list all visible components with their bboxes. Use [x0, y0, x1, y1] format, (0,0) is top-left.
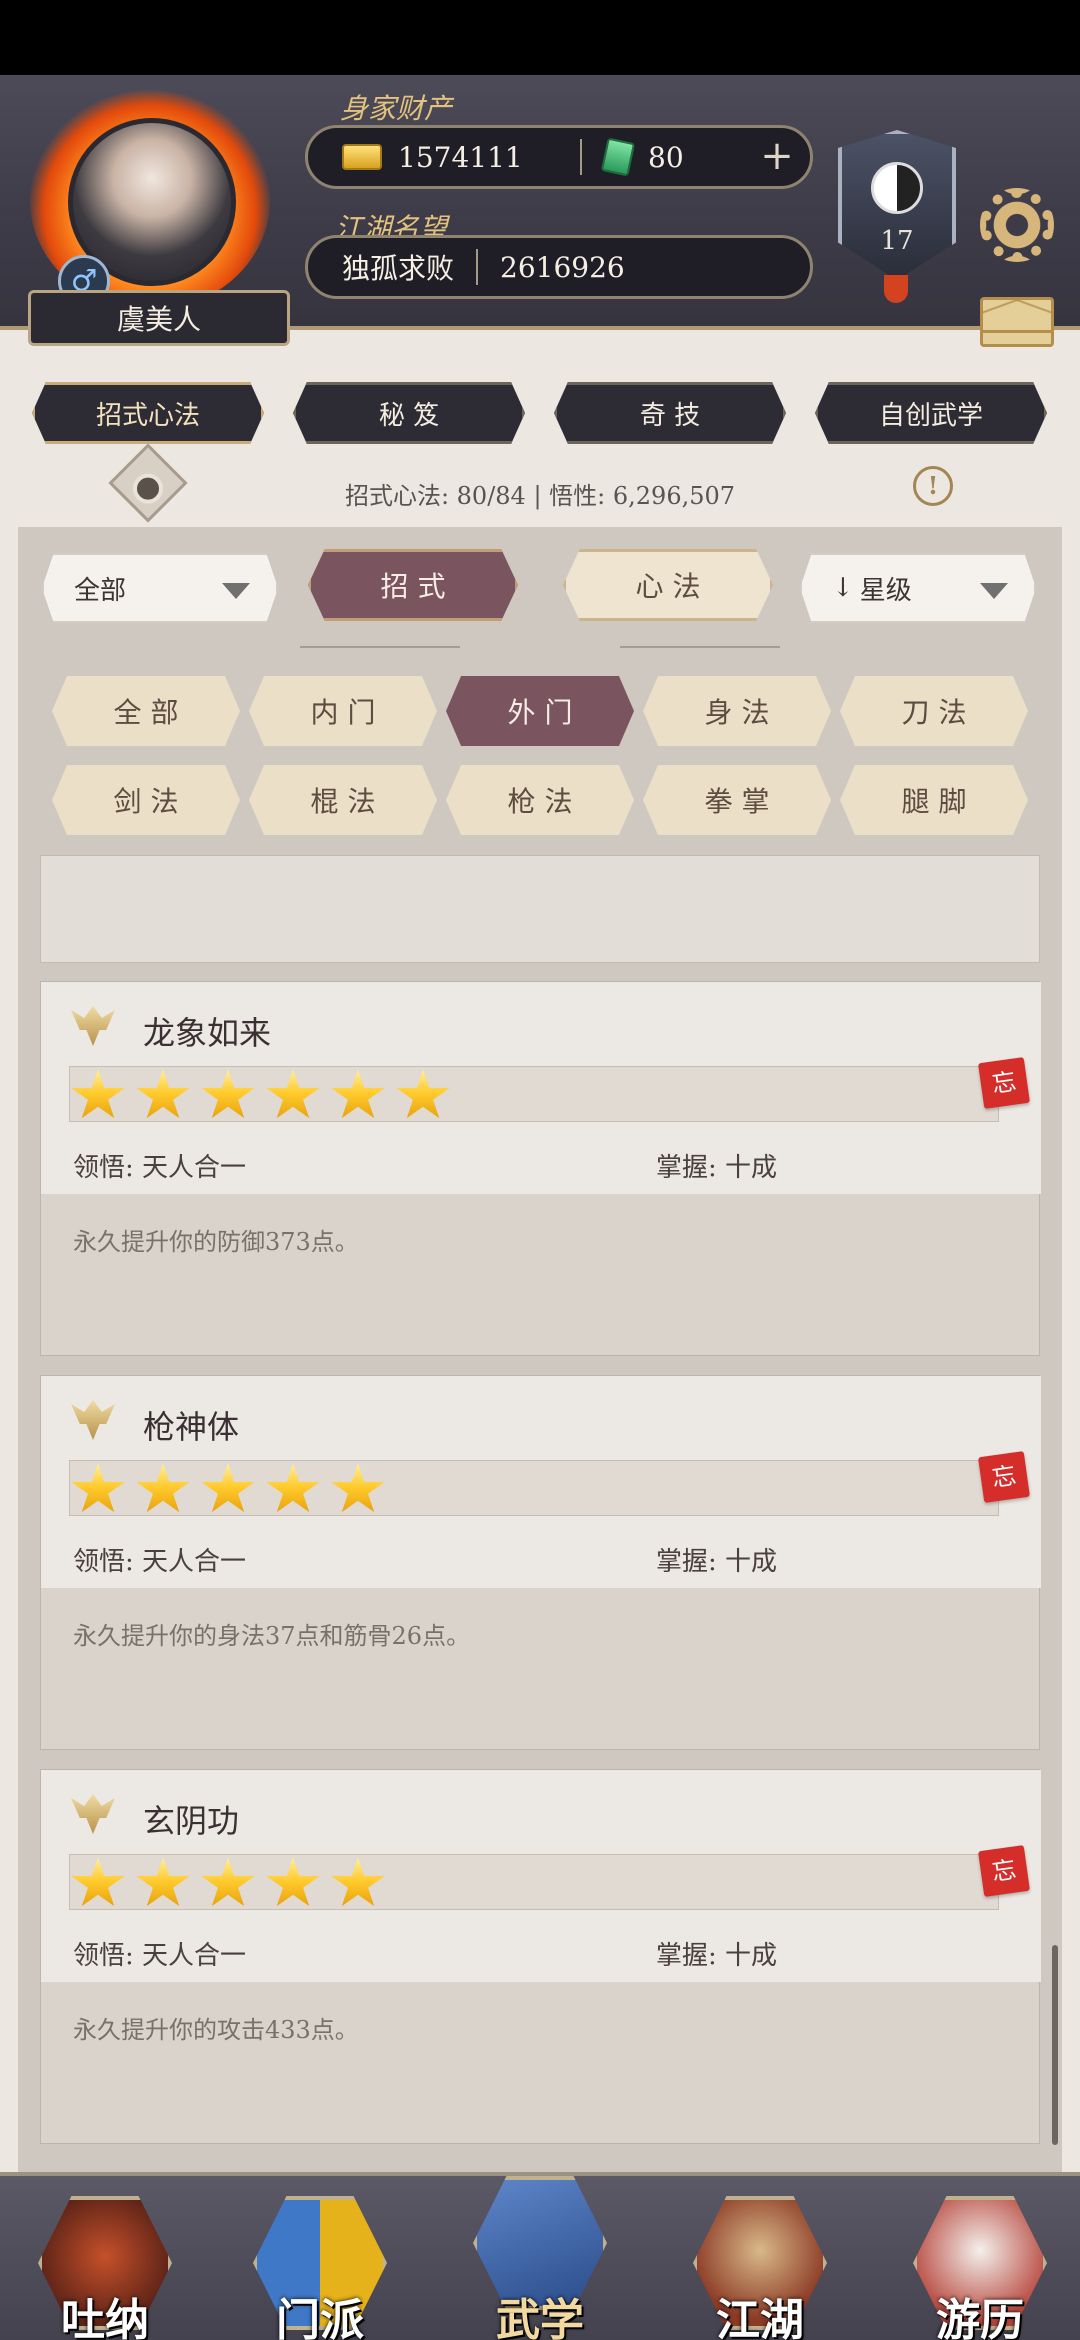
yin-yang-icon [871, 162, 923, 214]
skill-name: 玄阴功 [143, 1802, 240, 1840]
category-sword[interactable]: 剑 法 [52, 765, 240, 835]
comprehension-value: 领悟: 天人合一 [73, 1153, 247, 1183]
skill-card[interactable]: 玄阴功 忘 领悟: 天人合一 掌握: 十成 永久提升你的攻击433点。 [40, 1769, 1041, 2144]
star-rating [69, 1854, 999, 1910]
currency-bar: 1574111 80 + [305, 125, 813, 189]
skill-description: 永久提升你的防御373点。 [73, 1228, 359, 1256]
forget-button[interactable]: 忘 [978, 1451, 1030, 1503]
comprehension-value: 领悟: 天人合一 [73, 1547, 247, 1577]
nav-label: 门派 [276, 2295, 364, 2340]
category-blade[interactable]: 刀 法 [840, 676, 1028, 746]
bottom-nav: 吐纳 门派 武学 江湖 游历 [0, 2172, 1080, 2340]
rank-number: 17 [880, 226, 914, 256]
mastery-value: 掌握: 十成 [656, 1153, 778, 1183]
skill-description: 永久提升你的身法37点和筋骨26点。 [73, 1622, 471, 1650]
comprehension-value: 领悟: 天人合一 [73, 1941, 247, 1971]
star-icon [331, 1463, 385, 1513]
star-icon [71, 1463, 125, 1513]
star-icon [396, 1069, 450, 1119]
gold-ingot-icon [342, 144, 382, 170]
star-icon [136, 1069, 190, 1119]
tab-custom-martial-arts[interactable]: 自创武学 [815, 382, 1047, 444]
skill-description: 永久提升你的攻击433点。 [73, 2016, 359, 2044]
category-fist[interactable]: 拳 掌 [643, 765, 831, 835]
divider [620, 646, 780, 648]
category-inner[interactable]: 内 门 [249, 676, 437, 746]
tab-special-skills[interactable]: 奇 技 [554, 382, 786, 444]
tab-moves-methods[interactable]: 招式心法 [32, 382, 264, 444]
sort-arrow-icon: ↓ [832, 573, 854, 603]
star-icon [201, 1463, 255, 1513]
player-name[interactable]: 虞美人 [28, 290, 290, 346]
type-mind-button[interactable]: 心 法 [563, 549, 773, 621]
nav-jianghu[interactable]: 江湖 [685, 2176, 835, 2340]
status-bar [0, 0, 1080, 75]
divider [300, 646, 460, 648]
category-outer[interactable]: 外 门 [446, 676, 634, 746]
category-staff[interactable]: 棍 法 [249, 765, 437, 835]
star-icon [71, 1857, 125, 1907]
tab-secret-manuals[interactable]: 秘 笈 [293, 382, 525, 444]
star-icon [266, 1069, 320, 1119]
add-currency-button[interactable]: + [758, 136, 796, 176]
sort-dropdown[interactable]: ↓ 星级 [800, 553, 1036, 623]
divider [476, 249, 479, 285]
nav-label: 武学 [496, 2295, 584, 2340]
scope-dropdown[interactable]: 全部 [42, 553, 278, 623]
mail-icon[interactable] [980, 297, 1054, 347]
star-icon [331, 1069, 385, 1119]
nav-label: 游历 [936, 2295, 1024, 2340]
nav-breathing[interactable]: 吐纳 [30, 2176, 180, 2340]
empty-card [40, 855, 1040, 963]
nav-label: 江湖 [716, 2295, 804, 2340]
star-icon [71, 1069, 125, 1119]
skill-card[interactable]: 龙象如来 忘 领悟: 天人合一 掌握: 十成 永久提升你的防御373点。 [40, 981, 1041, 1356]
nav-travel[interactable]: 游历 [905, 2176, 1055, 2340]
mastery-value: 掌握: 十成 [656, 1547, 778, 1577]
star-icon [331, 1857, 385, 1907]
jade-amount: 80 [648, 140, 684, 174]
nav-martial-arts[interactable]: 武学 [465, 2176, 615, 2340]
skill-name: 枪神体 [143, 1408, 240, 1446]
gear-icon[interactable] [980, 188, 1054, 262]
star-icon [201, 1069, 255, 1119]
star-rating [69, 1460, 999, 1516]
player-header: ♂ 虞美人 身家财产 1574111 80 + 江湖名望 独孤求败 261692… [0, 75, 1080, 347]
skill-name: 龙象如来 [143, 1014, 272, 1052]
star-rating [69, 1066, 999, 1122]
type-moves-button[interactable]: 招 式 [308, 549, 518, 621]
category-movement[interactable]: 身 法 [643, 676, 831, 746]
star-icon [266, 1857, 320, 1907]
star-icon [266, 1463, 320, 1513]
category-leg[interactable]: 腿 脚 [840, 765, 1028, 835]
forget-button[interactable]: 忘 [978, 1845, 1030, 1897]
divider [580, 139, 582, 175]
rank-badge[interactable]: 17 [838, 130, 956, 280]
player-title: 独孤求败 [342, 252, 455, 285]
tassel-icon [884, 275, 908, 303]
star-icon [136, 1463, 190, 1513]
nav-sect[interactable]: 门派 [245, 2176, 395, 2340]
category-spear[interactable]: 枪 法 [446, 765, 634, 835]
scrollbar[interactable] [1052, 1945, 1058, 2145]
sort-value: 星级 [859, 575, 912, 606]
mastery-value: 掌握: 十成 [656, 1941, 778, 1971]
scope-value: 全部 [74, 575, 127, 606]
info-icon[interactable]: ! [913, 466, 953, 506]
star-icon [201, 1857, 255, 1907]
skill-card[interactable]: 枪神体 忘 领悟: 天人合一 掌握: 十成 永久提升你的身法37点和筋骨26点。 [40, 1375, 1041, 1750]
nav-label: 吐纳 [61, 2295, 149, 2340]
reputation-amount: 2616926 [500, 250, 625, 284]
star-icon [136, 1857, 190, 1907]
chevron-down-icon [980, 583, 1008, 599]
category-all[interactable]: 全 部 [52, 676, 240, 746]
gold-amount: 1574111 [398, 140, 523, 174]
wealth-label: 身家财产 [340, 92, 453, 125]
reputation-bar: 独孤求败 2616926 [305, 235, 813, 299]
forget-button[interactable]: 忘 [978, 1057, 1030, 1109]
jade-icon [600, 137, 636, 177]
chevron-down-icon [222, 583, 250, 599]
